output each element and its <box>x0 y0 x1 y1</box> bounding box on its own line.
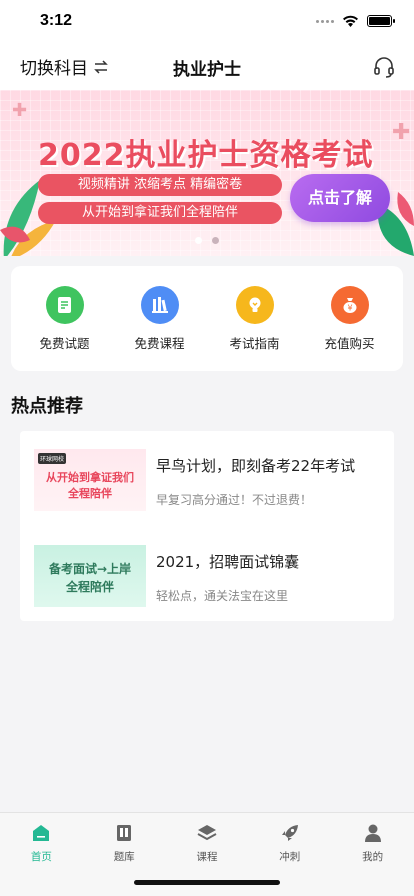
brand-logo: 环球网校 <box>38 453 67 464</box>
nav-bar: 切换科目 执业护士 <box>0 44 414 90</box>
status-time: 3:12 <box>40 12 73 29</box>
item-thumbnail: 备考面试→上岸 全程陪伴 <box>34 545 146 607</box>
wifi-icon <box>343 15 358 27</box>
tab-label: 首页 <box>30 851 52 863</box>
course-layers-icon <box>196 822 218 844</box>
free-courses-button[interactable]: 免费课程 <box>115 285 205 352</box>
tab-label: 课程 <box>196 851 218 863</box>
thumbnail-caption: 全程陪伴 <box>65 580 114 594</box>
item-title: 2021，招聘面试锦囊 <box>156 553 300 571</box>
headset-icon <box>374 57 394 78</box>
recommendation-list: 环球网校 从开始到拿证我们 全程陪伴 早鸟计划，即刻备考22年考试 早复习高分通… <box>20 431 394 621</box>
tab-question-bank[interactable]: 题库 <box>94 822 154 864</box>
status-icons <box>316 15 395 27</box>
quick-menu: 免费试题 免费课程 考试指南 ¥ 充值购买 <box>11 266 403 371</box>
banner-title: 2022执业护士资格考试 <box>38 138 374 173</box>
battery-icon <box>367 15 395 27</box>
banner-feature-pill: 视频精讲 浓缩考点 精编密卷 <box>38 174 282 196</box>
list-item[interactable]: 环球网校 从开始到拿证我们 全程陪伴 早鸟计划，即刻备考22年考试 早复习高分通… <box>34 449 380 513</box>
quick-label: 充值购买 <box>324 335 375 351</box>
item-subtitle: 轻松点，通关法宝在这里 <box>156 589 289 603</box>
thumbnail-caption: 全程陪伴 <box>68 487 112 500</box>
rocket-icon <box>279 822 301 844</box>
tab-courses[interactable]: 课程 <box>177 822 237 864</box>
lightbulb-icon <box>235 285 274 324</box>
section-title: 热点推荐 <box>11 396 83 417</box>
tab-sprint[interactable]: 冲刺 <box>260 822 320 864</box>
item-title: 早鸟计划，即刻备考22年考试 <box>156 457 356 475</box>
quick-label: 考试指南 <box>229 335 280 351</box>
item-subtitle: 早复习高分通过！不过退费！ <box>156 493 313 507</box>
question-bank-icon <box>113 822 135 844</box>
tab-label: 我的 <box>362 851 384 863</box>
exam-paper-icon <box>45 285 84 324</box>
home-icon <box>30 822 52 844</box>
promo-banner[interactable]: ✚ ✚ 2022执业护士资格考试 视频精讲 浓缩考点 精编密卷 从开始到拿证我们… <box>0 90 414 256</box>
quick-label: 免费课程 <box>134 335 185 351</box>
thumbnail-caption: 备考面试→上岸 <box>48 562 132 576</box>
banner-feature-pill: 从开始到拿证我们全程陪伴 <box>38 202 282 224</box>
user-icon <box>362 822 384 844</box>
decor-cross-icon: ✚ <box>12 100 28 121</box>
customer-service-button[interactable] <box>372 55 396 79</box>
banner-dot-active[interactable] <box>195 237 202 244</box>
status-bar: 3:12 <box>0 0 414 44</box>
decor-cross-icon: ✚ <box>392 120 411 145</box>
free-questions-button[interactable]: 免费试题 <box>20 285 110 352</box>
learn-more-button[interactable]: 点击了解 <box>290 174 390 222</box>
page-title: 执业护士 <box>173 60 241 80</box>
thumbnail-caption: 从开始到拿证我们 <box>46 471 134 484</box>
item-thumbnail: 环球网校 从开始到拿证我们 全程陪伴 <box>34 449 146 511</box>
tab-home[interactable]: 首页 <box>11 822 71 864</box>
tab-label: 冲刺 <box>279 851 301 863</box>
recharge-purchase-button[interactable]: ¥ 充值购买 <box>305 285 395 352</box>
banner-dot[interactable] <box>212 237 219 244</box>
books-icon <box>140 285 179 324</box>
exam-guide-button[interactable]: 考试指南 <box>210 285 300 352</box>
banner-pagination <box>0 237 414 244</box>
cellular-signal-icon <box>316 19 334 23</box>
tab-mine[interactable]: 我的 <box>343 822 403 864</box>
list-item[interactable]: 备考面试→上岸 全程陪伴 2021，招聘面试锦囊 轻松点，通关法宝在这里 <box>34 545 380 609</box>
tab-label: 题库 <box>113 851 135 863</box>
svg-text:¥: ¥ <box>347 303 352 312</box>
home-indicator <box>134 880 280 885</box>
money-bag-icon: ¥ <box>330 285 369 324</box>
quick-label: 免费试题 <box>39 335 90 351</box>
